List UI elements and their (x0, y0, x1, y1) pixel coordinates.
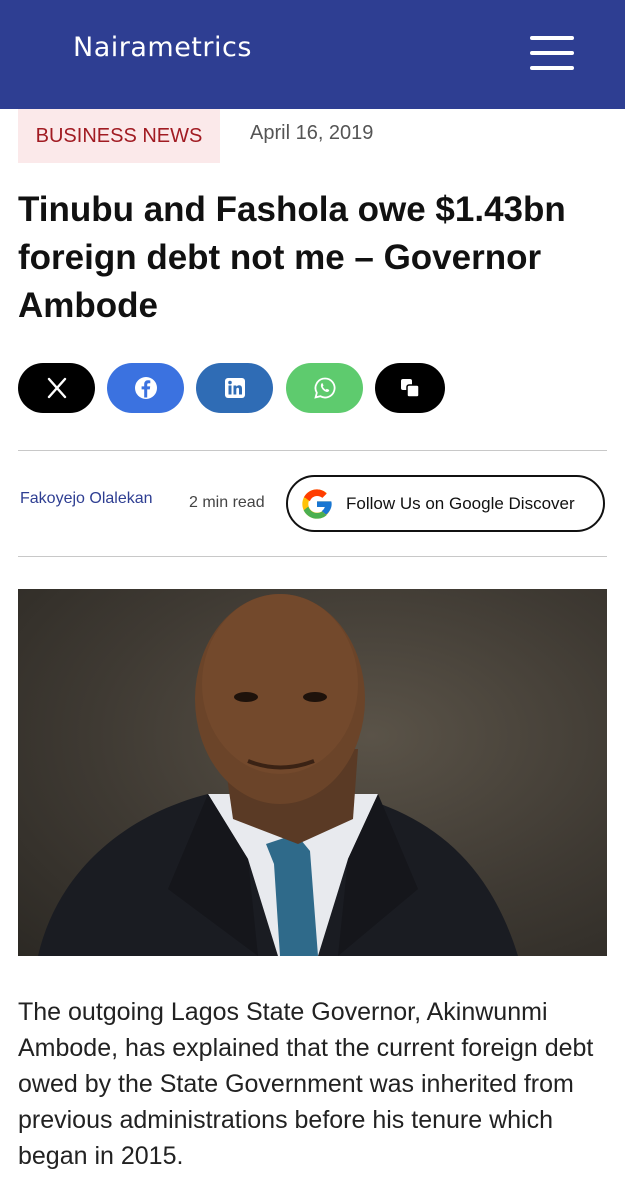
share-x-button[interactable] (18, 363, 95, 413)
share-whatsapp-button[interactable] (286, 363, 363, 413)
linkedin-icon (224, 378, 245, 398)
x-logo-icon (47, 377, 66, 399)
share-facebook-button[interactable] (107, 363, 184, 413)
share-linkedin-button[interactable] (196, 363, 273, 413)
follow-google-discover-button[interactable]: Follow Us on Google Discover (286, 475, 605, 532)
site-header: Nairametrics (0, 0, 625, 109)
divider (18, 556, 607, 557)
follow-label: Follow Us on Google Discover (346, 494, 575, 513)
article-title: Tinubu and Fashola owe $1.43bn foreign d… (18, 190, 566, 325)
article-body: The outgoing Lagos State Governor, Akinw… (18, 998, 594, 1170)
category-badge[interactable]: BUSINESS NEWS (18, 109, 220, 163)
whatsapp-icon (313, 377, 335, 399)
copy-link-button[interactable] (375, 363, 445, 413)
hamburger-menu-icon[interactable] (530, 36, 574, 70)
copy-icon (401, 379, 420, 398)
google-g-icon (302, 489, 332, 519)
site-logo[interactable]: Nairametrics (73, 32, 252, 63)
author-name[interactable]: Fakoyejo Olalekan (20, 490, 153, 508)
facebook-icon (134, 377, 157, 399)
article-hero-image (18, 589, 607, 956)
read-time: 2 min read (189, 494, 265, 511)
publish-date: April 16, 2019 (250, 122, 374, 144)
divider (18, 450, 607, 451)
portrait-photo (38, 594, 518, 956)
